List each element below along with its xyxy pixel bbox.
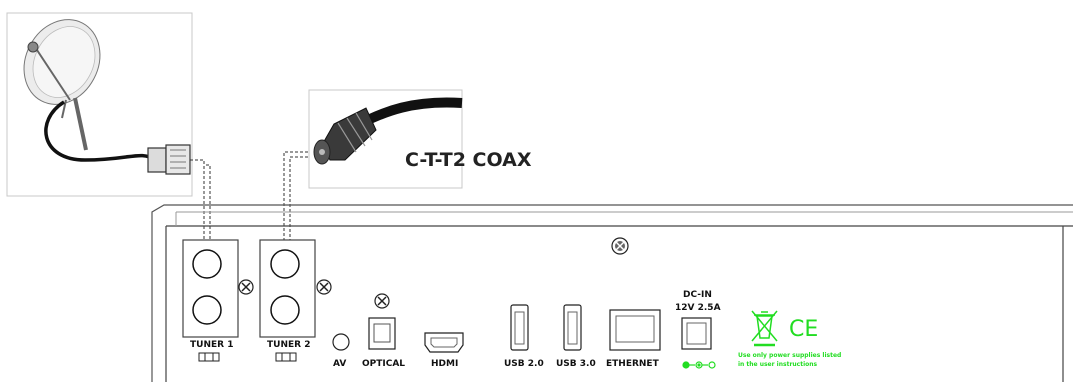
power-warning-line-1: Use only power supplies listed	[738, 352, 841, 359]
coax-cable-panel	[308, 89, 463, 189]
top-screw-icon	[611, 237, 629, 255]
polarity-icon	[682, 361, 716, 369]
usb-2-port[interactable]	[510, 304, 529, 351]
dc-in-port[interactable]	[681, 317, 712, 350]
screw-icon	[238, 279, 254, 295]
dc-rating-label: 12V 2.5A	[675, 303, 721, 313]
av-label: AV	[333, 359, 346, 369]
usb-2-label: USB 2.0	[504, 359, 544, 369]
coax-label: C-T-T2 COAX	[405, 149, 532, 171]
av-port[interactable]	[332, 333, 350, 351]
tuner-1-label: TUNER 1	[190, 340, 233, 350]
ce-mark-icon: CE	[789, 317, 818, 342]
hdmi-port[interactable]	[424, 332, 464, 353]
optical-label: OPTICAL	[362, 359, 405, 369]
screw-icon	[316, 279, 332, 295]
power-warning-line-2: in the user instructions	[738, 361, 818, 368]
optical-port[interactable]	[368, 317, 396, 350]
usb-3-port[interactable]	[563, 304, 582, 351]
tuner-2-label: TUNER 2	[267, 340, 310, 350]
hdmi-label: HDMI	[431, 359, 458, 369]
weee-bin-icon	[751, 310, 778, 347]
screw-icon	[374, 293, 390, 309]
ethernet-port[interactable]	[609, 309, 661, 351]
usb-3-label: USB 3.0	[556, 359, 596, 369]
coax-plug-icon	[147, 144, 191, 175]
dc-in-label: DC-IN	[683, 290, 712, 300]
satellite-dish-panel	[6, 12, 193, 197]
connection-diagram: C-T-T2 COAX TUNER 1 TUNER 2 AV OPTICAL H…	[6, 12, 1073, 382]
ethernet-label: ETHERNET	[606, 359, 660, 369]
